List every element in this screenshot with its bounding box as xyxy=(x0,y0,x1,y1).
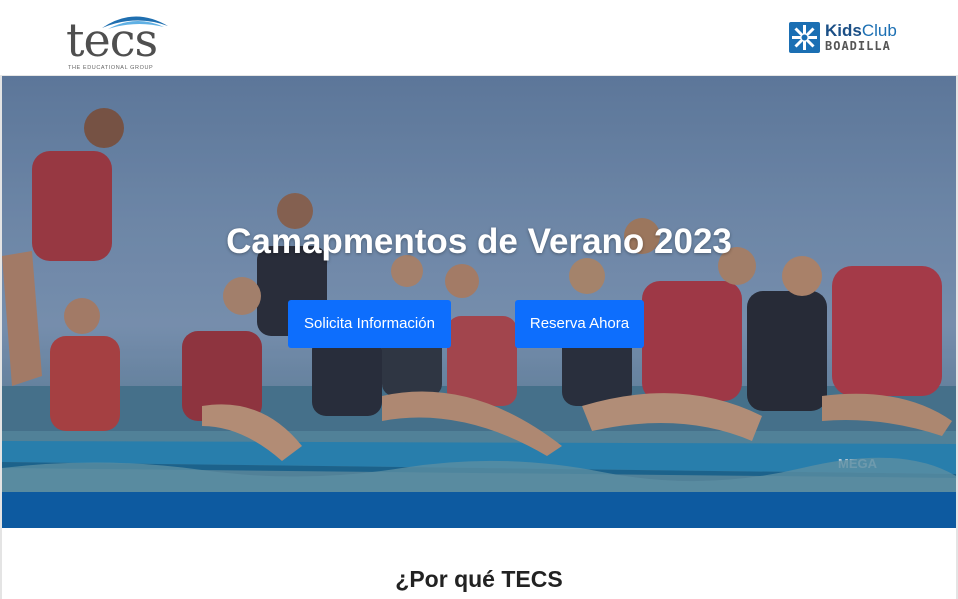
logo-wordmark: tecs xyxy=(66,13,158,67)
request-info-button[interactable]: Solicita Información xyxy=(288,300,451,348)
logo-tagline: THE EDUCATIONAL GROUP xyxy=(68,65,154,71)
blue-band xyxy=(2,492,956,528)
kids-club-name: KidsClub xyxy=(825,22,897,40)
kids-word: Kids xyxy=(825,21,862,40)
hero-title: Camapmentos de Verano 2023 xyxy=(226,222,732,261)
hero-banner: MEGA xyxy=(2,76,956,492)
club-word: Club xyxy=(861,21,897,40)
tecs-logo[interactable]: tecs THE EDUCATIONAL GROUP xyxy=(64,8,174,72)
book-now-button[interactable]: Reserva Ahora xyxy=(515,300,644,348)
section-title: ¿Por qué TECS xyxy=(395,566,563,592)
site-header: tecs THE EDUCATIONAL GROUP KidsClub BOAD… xyxy=(0,0,958,76)
hero-overlay xyxy=(2,76,956,492)
kids-club-town: BOADILLA xyxy=(825,39,891,53)
kids-club-badge-icon xyxy=(789,22,820,53)
